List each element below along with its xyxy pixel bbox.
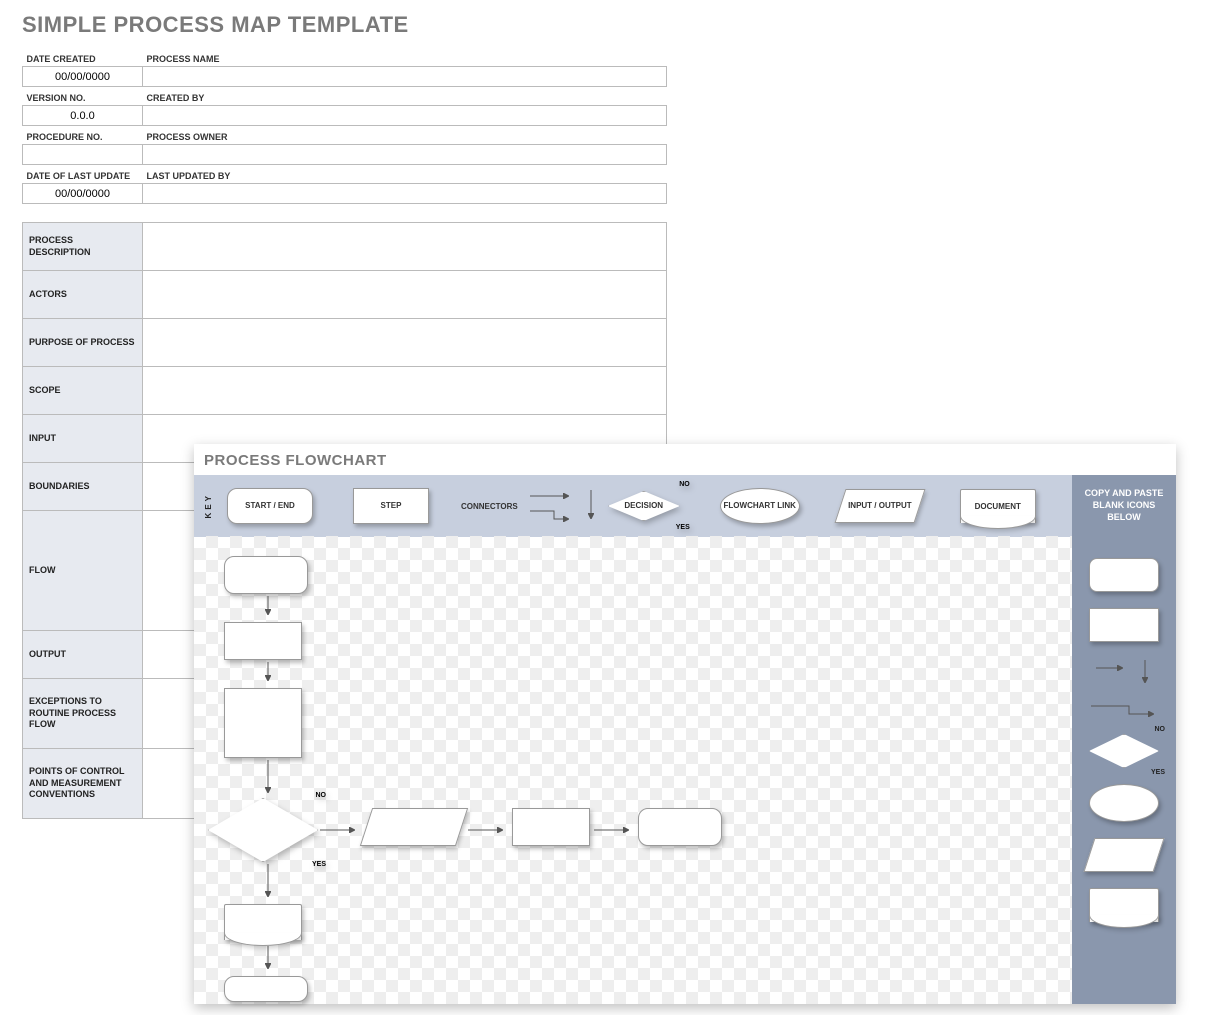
canvas-decision-yes: YES [312, 861, 326, 868]
legend-decision-icon: DECISION NO YES [608, 491, 680, 521]
field-actors[interactable] [143, 271, 667, 319]
palette-terminator-icon[interactable] [1089, 558, 1159, 592]
flowchart-legend: KEY START / END STEP CONNECTORS DECISION… [194, 475, 1176, 537]
label-date-created: DATE CREATED [23, 48, 143, 67]
canvas-document[interactable] [224, 904, 302, 940]
palette-decision-yes: YES [1151, 769, 1165, 776]
legend-decision-yes: YES [676, 524, 690, 531]
palette-ellipse-icon[interactable] [1089, 784, 1159, 822]
canvas-decision-no: NO [316, 792, 327, 799]
label-points-control: POINTS OF CONTROL AND MEASUREMENT CONVEN… [23, 749, 143, 819]
legend-flowchart-link-icon: FLOWCHART LINK [720, 488, 800, 524]
label-flow: FLOW [23, 511, 143, 631]
legend-connectors-icon [528, 489, 574, 523]
legend-document-icon: DOCUMENT [960, 489, 1036, 523]
label-procedure-no: PROCEDURE NO. [23, 126, 143, 145]
label-last-updated-by: LAST UPDATED BY [143, 165, 667, 184]
canvas-step-2[interactable] [224, 688, 302, 758]
legend-input-output-icon: INPUT / OUTPUT [834, 489, 925, 523]
field-scope[interactable] [143, 367, 667, 415]
canvas-step-1[interactable] [224, 622, 302, 660]
canvas-terminator-3[interactable] [638, 808, 722, 846]
field-purpose[interactable] [143, 319, 667, 367]
label-scope: SCOPE [23, 367, 143, 415]
canvas-parallelogram[interactable] [360, 808, 468, 846]
field-date-last-update[interactable]: 00/00/0000 [23, 184, 143, 204]
field-date-created[interactable]: 00/00/0000 [23, 67, 143, 87]
palette-decision-icon[interactable]: NO YES [1089, 734, 1159, 768]
label-purpose: PURPOSE OF PROCESS [23, 319, 143, 367]
canvas-decision[interactable]: NO YES [208, 798, 318, 862]
label-version-no: VERSION NO. [23, 87, 143, 106]
page-title: SIMPLE PROCESS MAP TEMPLATE [0, 0, 1218, 48]
label-output: OUTPUT [23, 631, 143, 679]
palette-column: NO YES [1072, 536, 1176, 1004]
palette-parallelogram-icon[interactable] [1083, 838, 1164, 872]
canvas-step-3[interactable] [512, 808, 590, 846]
field-process-owner[interactable] [143, 145, 667, 165]
canvas-terminator-2[interactable] [224, 976, 308, 1002]
palette-arrows-icon[interactable] [1094, 658, 1154, 688]
field-version-no[interactable]: 0.0.0 [23, 106, 143, 126]
label-process-owner: PROCESS OWNER [143, 126, 667, 145]
legend-start-end-icon: START / END [227, 488, 313, 524]
legend-step-icon: STEP [353, 488, 429, 524]
field-process-description[interactable] [143, 223, 667, 271]
palette-decision-no: NO [1155, 726, 1166, 733]
label-date-last-update: DATE OF LAST UPDATE [23, 165, 143, 184]
field-process-name[interactable] [143, 67, 667, 87]
flowchart-panel: PROCESS FLOWCHART KEY START / END STEP C… [194, 444, 1176, 1004]
legend-down-arrow-icon [584, 488, 598, 524]
legend-decision-no: NO [679, 481, 690, 488]
field-created-by[interactable] [143, 106, 667, 126]
label-created-by: CREATED BY [143, 87, 667, 106]
label-process-description: PROCESS DESCRIPTION [23, 223, 143, 271]
paste-header: COPY AND PASTE BLANK ICONS BELOW [1072, 475, 1176, 537]
field-procedure-no[interactable] [23, 145, 143, 165]
palette-step-icon[interactable] [1089, 608, 1159, 642]
flowchart-canvas[interactable]: NO YES [194, 536, 1072, 1004]
palette-elbow-arrow-icon[interactable] [1089, 704, 1159, 718]
flowchart-title: PROCESS FLOWCHART [194, 444, 1176, 475]
palette-document-icon[interactable] [1089, 888, 1159, 922]
canvas-terminator-1[interactable] [224, 556, 308, 594]
label-exceptions: EXCEPTIONS TO ROUTINE PROCESS FLOW [23, 679, 143, 749]
field-last-updated-by[interactable] [143, 184, 667, 204]
label-boundaries: BOUNDARIES [23, 463, 143, 511]
label-input: INPUT [23, 415, 143, 463]
label-process-name: PROCESS NAME [143, 48, 667, 67]
legend-connectors-label: CONNECTORS [461, 502, 518, 511]
legend-key-label: KEY [200, 493, 217, 518]
label-actors: ACTORS [23, 271, 143, 319]
header-fields-table: DATE CREATED PROCESS NAME 00/00/0000 VER… [22, 48, 667, 204]
